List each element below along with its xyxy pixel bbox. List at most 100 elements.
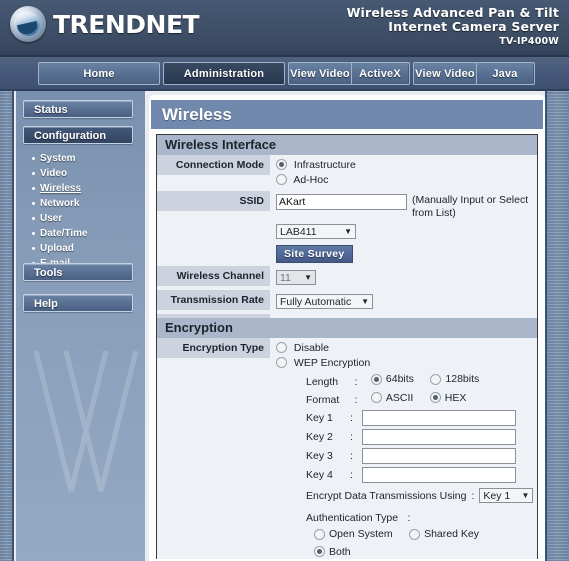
key-3-label: Key 3 bbox=[306, 449, 333, 462]
radio-label: Ad-Hoc bbox=[293, 174, 329, 186]
nav-item-view-video-java[interactable]: View Video bbox=[414, 63, 476, 84]
sidebar-item-status[interactable]: Status bbox=[23, 100, 133, 118]
content-panel: Wireless Wireless Interface Connection M… bbox=[149, 95, 545, 561]
radio-icon[interactable] bbox=[430, 373, 442, 385]
row-encryption-type: Encryption Type Disable WEP Encryption L… bbox=[157, 338, 537, 559]
sidebar-item-tools[interactable]: Tools bbox=[23, 263, 133, 281]
sidebar-item-help[interactable]: Help bbox=[23, 294, 133, 312]
radio-icon[interactable] bbox=[276, 174, 287, 185]
nav-group-view-video-activex: View Video ActiveX bbox=[288, 62, 410, 85]
radio-infrastructure[interactable]: Infrastructure bbox=[276, 158, 525, 173]
radio-icon[interactable] bbox=[370, 373, 382, 385]
spacer-right bbox=[270, 314, 537, 318]
radio-label: 64bits bbox=[385, 373, 414, 385]
radio-shared-key[interactable]: Shared Key bbox=[409, 526, 479, 542]
row-connection-mode: Connection Mode Infrastructure Ad-Hoc bbox=[157, 155, 537, 191]
nav-item-activex[interactable]: ActiveX bbox=[351, 63, 408, 84]
bullet-icon bbox=[32, 217, 35, 220]
auth-options-row: Open System Shared Key Both bbox=[276, 526, 537, 559]
sidebar-item-wireless[interactable]: Wireless bbox=[23, 181, 133, 196]
brand-name: TRENDNET bbox=[53, 9, 200, 39]
sidebar-item-system[interactable]: System bbox=[23, 151, 133, 166]
sidebar-item-video[interactable]: Video bbox=[23, 166, 133, 181]
radio-both[interactable]: Both bbox=[314, 544, 351, 560]
radio-label: Open System bbox=[329, 528, 393, 540]
chevron-down-icon: ▼ bbox=[344, 227, 352, 237]
colon: : bbox=[350, 449, 353, 462]
brand-logo[interactable]: TRENDNET bbox=[10, 6, 200, 42]
transmission-rate-select[interactable]: Fully Automatic ▼ bbox=[276, 294, 373, 310]
radio-icon[interactable] bbox=[370, 392, 382, 403]
encrypt-using-select[interactable]: Key 1 ▼ bbox=[479, 488, 534, 503]
key-2-label: Key 2 bbox=[306, 430, 333, 443]
radio-open-system[interactable]: Open System bbox=[314, 526, 393, 542]
product-info: Wireless Advanced Pan & Tilt Internet Ca… bbox=[347, 6, 559, 49]
colon: : bbox=[471, 489, 475, 502]
sidebar-item-configuration[interactable]: Configuration bbox=[23, 126, 133, 144]
ssid-input[interactable] bbox=[276, 194, 407, 210]
nav-item-home[interactable]: Home bbox=[39, 63, 159, 84]
radio-icon[interactable] bbox=[409, 528, 421, 540]
transmission-rate-value: Fully Automatic bbox=[280, 295, 352, 308]
radio-label: ASCII bbox=[385, 391, 414, 404]
encrypt-using-row: Encrypt Data Transmissions Using : Key 1… bbox=[276, 488, 537, 503]
radio-icon[interactable] bbox=[429, 392, 441, 403]
site-survey-button[interactable]: Site Survey bbox=[276, 245, 353, 263]
wireless-channel-label: Wireless Channel bbox=[157, 266, 270, 286]
radio-icon[interactable] bbox=[314, 528, 325, 540]
nav-item-administration[interactable]: Administration bbox=[164, 63, 284, 84]
key-row: Key 4 : bbox=[306, 465, 537, 484]
sidebar-configuration-submenu: System Video Wireless Network User Date/… bbox=[23, 147, 133, 278]
sidebar-item-user[interactable]: User bbox=[23, 211, 133, 226]
radio-64bits[interactable]: 64bits bbox=[370, 371, 414, 387]
sidebar-item-label: Video bbox=[40, 168, 68, 179]
colon: : bbox=[350, 468, 353, 481]
nav-item-view-video-activex[interactable]: View Video bbox=[289, 63, 351, 84]
key-4-input[interactable] bbox=[362, 466, 516, 483]
connection-mode-label: Connection Mode bbox=[157, 155, 270, 175]
product-line-1: Wireless Advanced Pan & Tilt bbox=[346, 5, 559, 20]
nav-item-java[interactable]: Java bbox=[476, 63, 533, 84]
key-2-input[interactable] bbox=[362, 428, 516, 445]
radio-wep-encryption[interactable]: WEP Encryption bbox=[276, 356, 525, 371]
main-nav: Home Administration View Video ActiveX V… bbox=[0, 57, 569, 91]
ssid-hint: (Manually Input or Select from List) bbox=[412, 194, 529, 219]
ssid-list-select[interactable]: LAB411 ▼ bbox=[276, 224, 356, 240]
trendnet-globe-icon bbox=[10, 6, 46, 42]
radio-label: WEP Encryption bbox=[293, 357, 371, 369]
nav-group-view-video-java: View Video Java bbox=[413, 62, 535, 85]
sidebar-item-date-time[interactable]: Date/Time bbox=[23, 226, 133, 241]
radio-icon[interactable] bbox=[314, 546, 325, 557]
sidebar-item-upload[interactable]: Upload bbox=[23, 241, 133, 256]
page-title: Wireless bbox=[151, 100, 543, 129]
radio-ad-hoc[interactable]: Ad-Hoc bbox=[276, 173, 525, 188]
length-label: Length bbox=[306, 375, 339, 388]
encrypt-using-value: Key 1 bbox=[483, 489, 511, 502]
key-3-input[interactable] bbox=[362, 447, 516, 464]
auth-type-row: Authentication Type : bbox=[276, 508, 537, 526]
format-label: Format bbox=[306, 394, 340, 406]
key-row: Key 2 : bbox=[306, 427, 537, 446]
wireless-channel-select[interactable]: 11 ▼ bbox=[276, 270, 316, 286]
key-1-input[interactable] bbox=[362, 409, 516, 426]
radio-disable[interactable]: Disable bbox=[276, 341, 525, 356]
sidebar-item-label: Upload bbox=[40, 243, 74, 254]
radio-icon[interactable] bbox=[276, 159, 287, 170]
radio-icon[interactable] bbox=[276, 342, 287, 353]
ssid-field: (Manually Input or Select from List) LAB… bbox=[270, 191, 537, 266]
key-4-label: Key 4 bbox=[306, 468, 333, 481]
nav-group-home: Home bbox=[38, 62, 160, 85]
sidebar: Status Configuration System Video Wirele… bbox=[16, 91, 145, 561]
sidebar-item-network[interactable]: Network bbox=[23, 196, 133, 211]
radio-icon[interactable] bbox=[276, 357, 287, 368]
radio-label: Infrastructure bbox=[293, 159, 356, 171]
radio-ascii[interactable]: ASCII bbox=[370, 390, 414, 406]
colon: : bbox=[354, 394, 358, 406]
section-encryption-title: Encryption bbox=[157, 318, 537, 338]
row-ssid: SSID (Manually Input or Select from List… bbox=[157, 191, 537, 266]
chevron-down-icon: ▼ bbox=[361, 297, 369, 307]
page-left-edge-texture bbox=[0, 91, 14, 561]
radio-128bits[interactable]: 128bits bbox=[430, 371, 479, 387]
chevron-down-icon: ▼ bbox=[304, 273, 312, 283]
radio-hex[interactable]: HEX bbox=[429, 390, 466, 406]
